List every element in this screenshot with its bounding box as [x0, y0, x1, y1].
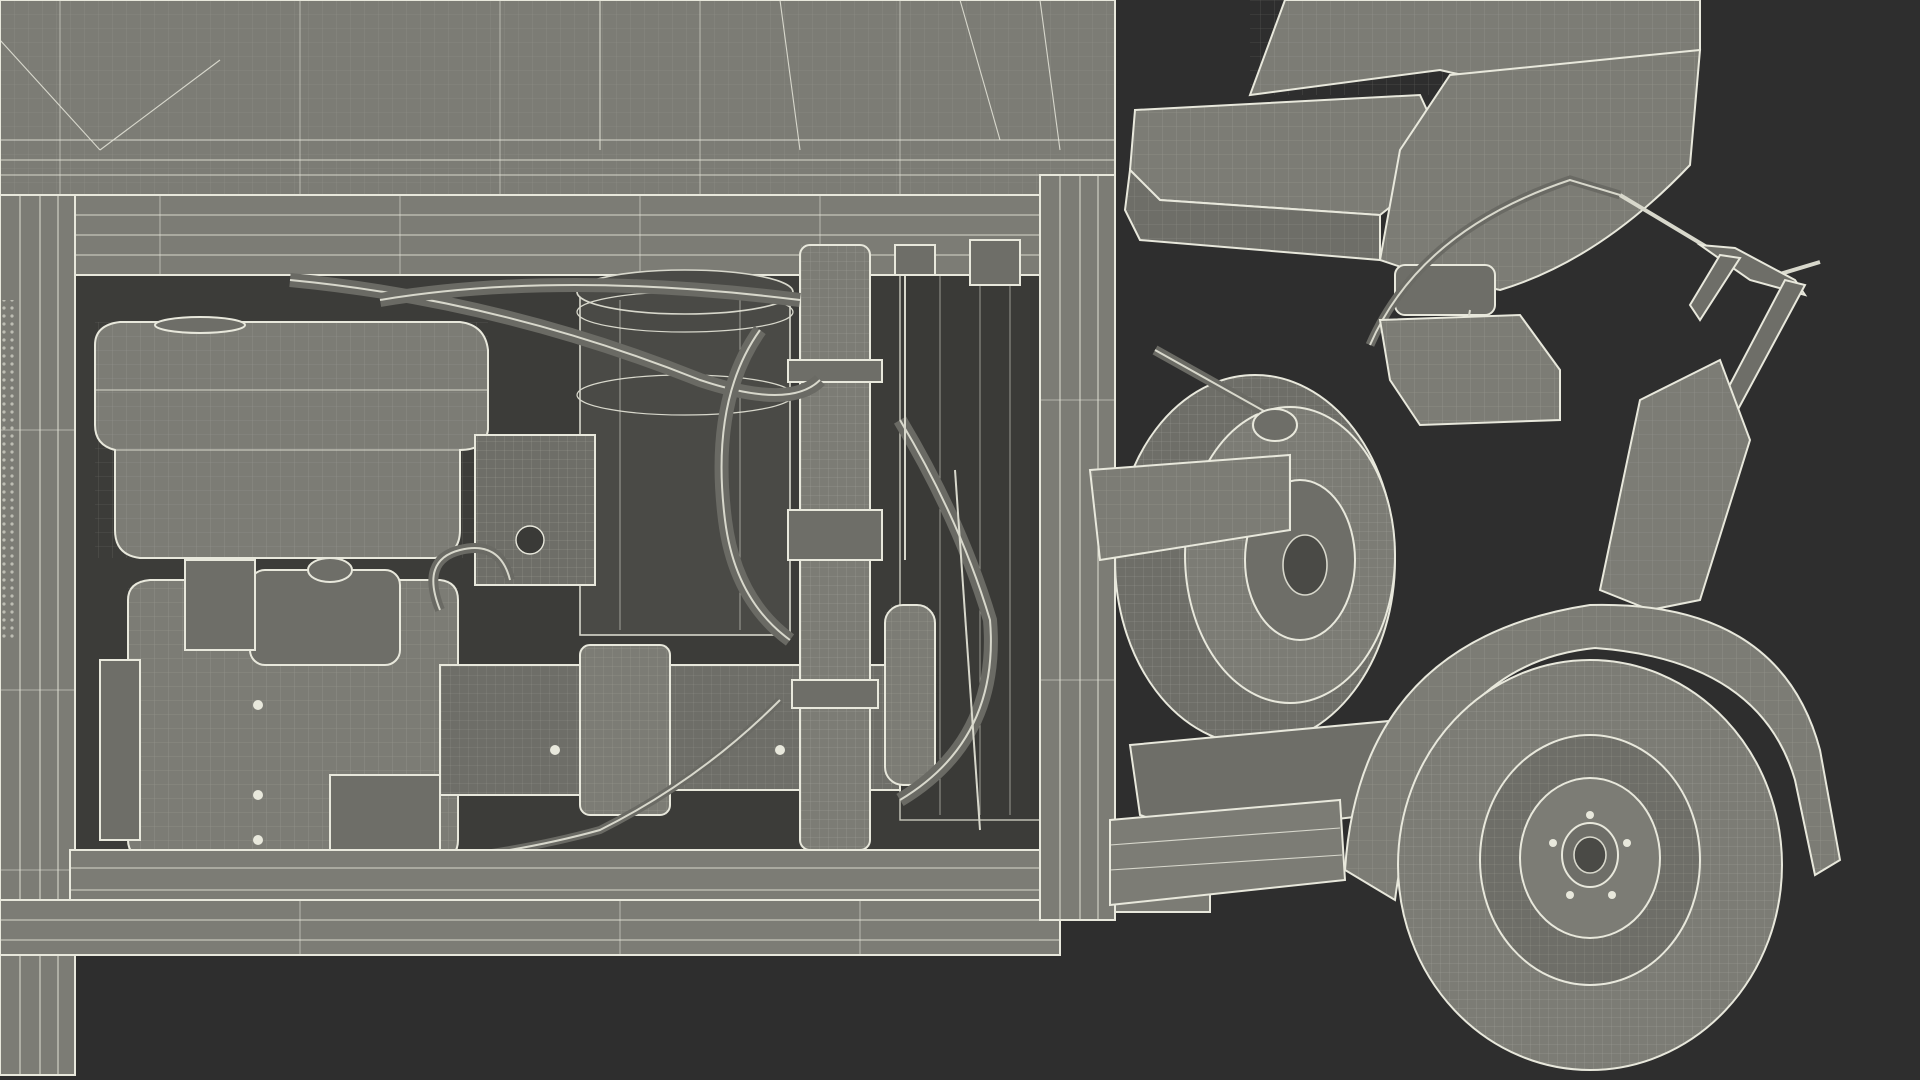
frame-top-rail	[0, 194, 1046, 276]
operator-seat	[1123, 0, 1702, 316]
foot-plate	[1598, 358, 1752, 612]
filter-drum	[576, 269, 794, 636]
render-viewport	[0, 0, 1920, 1080]
frame-bottom-rail	[0, 849, 1211, 956]
engine-fuel-tank	[94, 316, 489, 559]
wireframe-model	[0, 0, 1842, 1076]
wheel-assembly	[1343, 603, 1842, 1071]
seat-bracket	[1378, 313, 1561, 427]
top-tank	[0, 0, 1116, 196]
